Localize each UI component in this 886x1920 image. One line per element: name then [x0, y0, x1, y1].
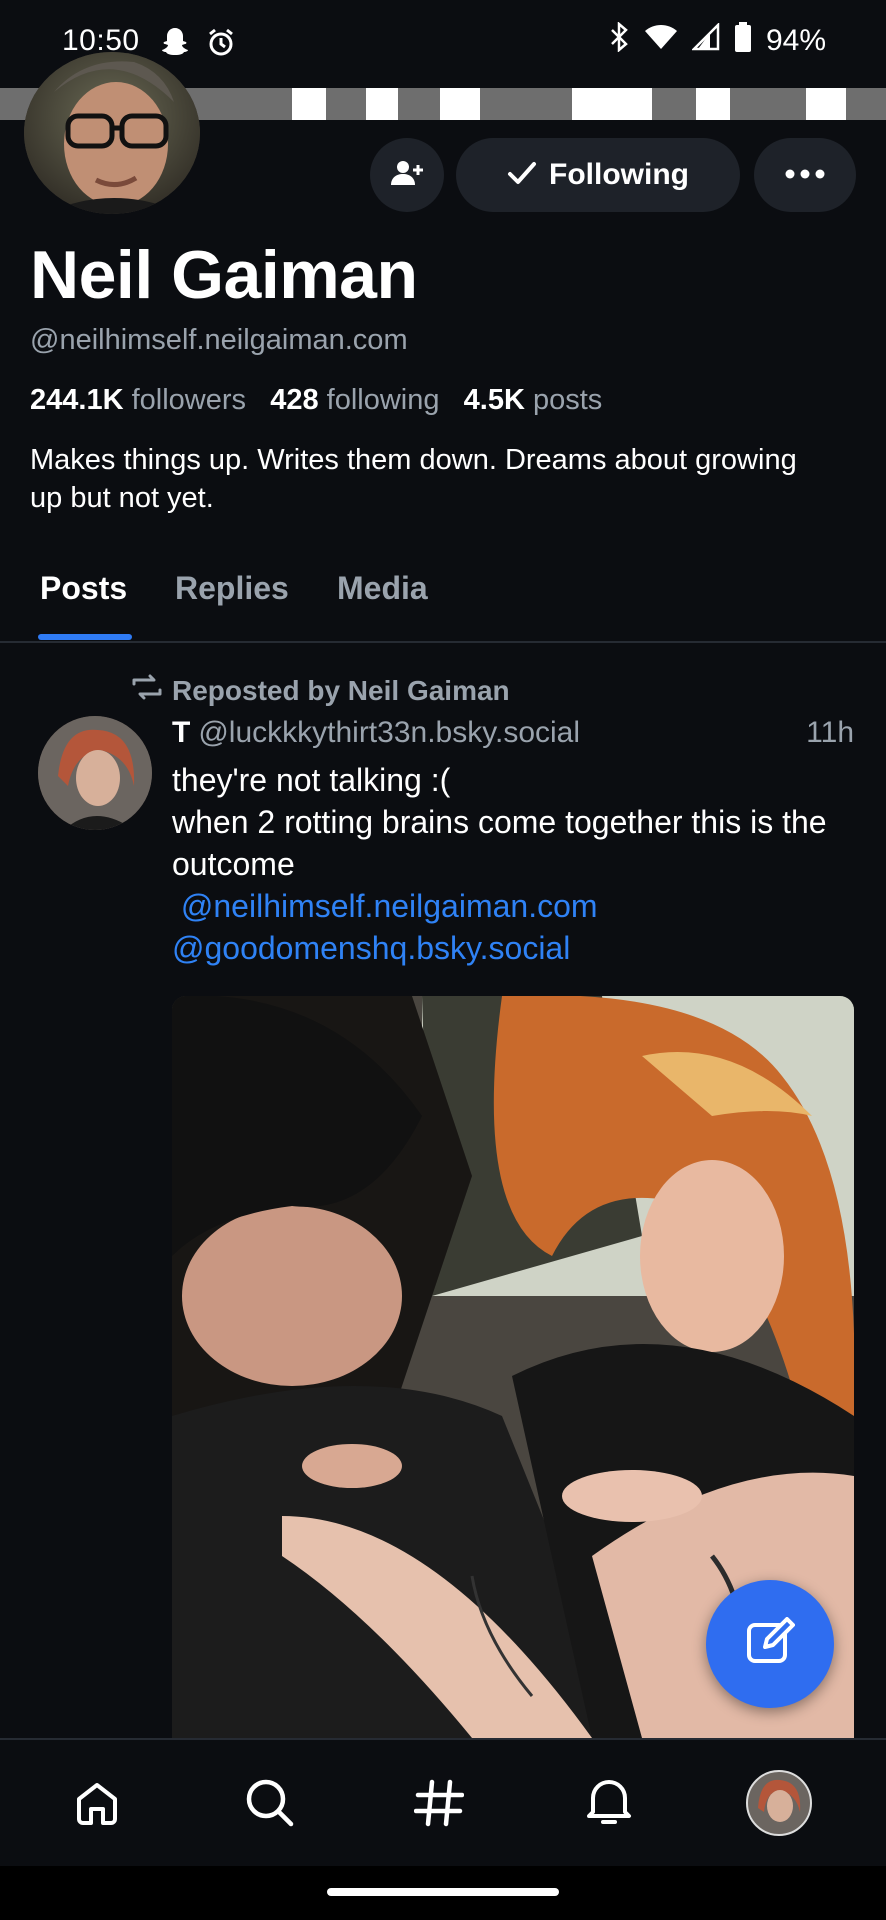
- profile-avatar: [746, 1769, 812, 1841]
- cell-signal-icon: [690, 21, 720, 59]
- nav-notifications[interactable]: [574, 1770, 644, 1840]
- ellipsis-icon: [785, 166, 825, 184]
- tab-media[interactable]: Media: [337, 570, 428, 607]
- battery-icon: [734, 22, 752, 60]
- post-text-line: they're not talking :(: [172, 762, 451, 798]
- repost-label: Reposted by Neil Gaiman: [172, 674, 510, 706]
- feeds-hash-icon: [413, 1778, 465, 1833]
- more-options-button[interactable]: [754, 138, 856, 212]
- wifi-icon: [644, 23, 678, 59]
- following-button-label: Following: [549, 158, 689, 191]
- repost-indicator[interactable]: Reposted by Neil Gaiman: [130, 674, 510, 707]
- post-author-name[interactable]: T: [172, 716, 190, 749]
- post-text-line: when 2 rotting brains come together this…: [172, 804, 827, 882]
- nav-profile[interactable]: [744, 1769, 814, 1841]
- bottom-nav: [0, 1738, 886, 1868]
- compose-icon: [745, 1616, 795, 1672]
- person-plus-icon: [390, 159, 424, 192]
- profile-stats: 244.1K followers 428 following 4.5K post…: [30, 384, 602, 417]
- repost-icon: [130, 674, 164, 707]
- profile-handle: @neilhimself.neilgaiman.com: [30, 324, 408, 356]
- post-author-handle[interactable]: @luckkkythirt33n.bsky.social: [198, 716, 580, 749]
- post-text: they're not talking :( when 2 rotting br…: [172, 759, 862, 969]
- post-header: T @luckkkythirt33n.bsky.social 11h: [172, 716, 854, 750]
- post-author-avatar[interactable]: [38, 716, 152, 830]
- search-icon: [244, 1777, 296, 1834]
- nav-home[interactable]: [62, 1770, 132, 1840]
- mention-link[interactable]: @neilhimself.neilgaiman.com: [172, 885, 862, 927]
- snapchat-icon: [160, 26, 190, 63]
- followers-count: 244.1K: [30, 384, 124, 416]
- check-icon: [507, 160, 537, 191]
- following-count: 428: [270, 384, 319, 416]
- profile-bio: Makes things up. Writes them down. Dream…: [30, 444, 797, 514]
- bluetooth-icon: [608, 21, 630, 60]
- battery-percent: 94%: [765, 24, 826, 57]
- notifications-icon: [585, 1778, 633, 1833]
- tabs-divider: [0, 641, 886, 643]
- following-button[interactable]: Following: [456, 138, 740, 212]
- home-icon: [73, 1779, 121, 1832]
- gesture-handle[interactable]: [327, 1888, 559, 1896]
- status-right-group: 94%: [608, 21, 826, 60]
- posts-count: 4.5K: [463, 384, 525, 416]
- followers-stat[interactable]: 244.1K followers: [30, 384, 246, 416]
- add-to-list-button[interactable]: [370, 138, 444, 212]
- nav-search[interactable]: [235, 1770, 305, 1840]
- post-timestamp[interactable]: 11h: [806, 716, 854, 750]
- posts-stat: 4.5K posts: [464, 384, 603, 416]
- mention-link[interactable]: @goodomenshq.bsky.social: [172, 927, 862, 969]
- posts-label: posts: [532, 384, 603, 416]
- active-tab-indicator: [38, 634, 132, 640]
- profile-avatar-image[interactable]: [24, 52, 200, 214]
- tab-replies[interactable]: Replies: [175, 570, 289, 607]
- compose-post-button[interactable]: [706, 1580, 834, 1708]
- alarm-icon: [206, 28, 236, 63]
- tab-posts[interactable]: Posts: [40, 570, 127, 607]
- display-name: Neil Gaiman: [30, 237, 418, 313]
- following-label: following: [326, 384, 440, 416]
- followers-label: followers: [131, 384, 247, 416]
- following-stat[interactable]: 428 following: [270, 384, 439, 416]
- nav-feeds[interactable]: [404, 1770, 474, 1840]
